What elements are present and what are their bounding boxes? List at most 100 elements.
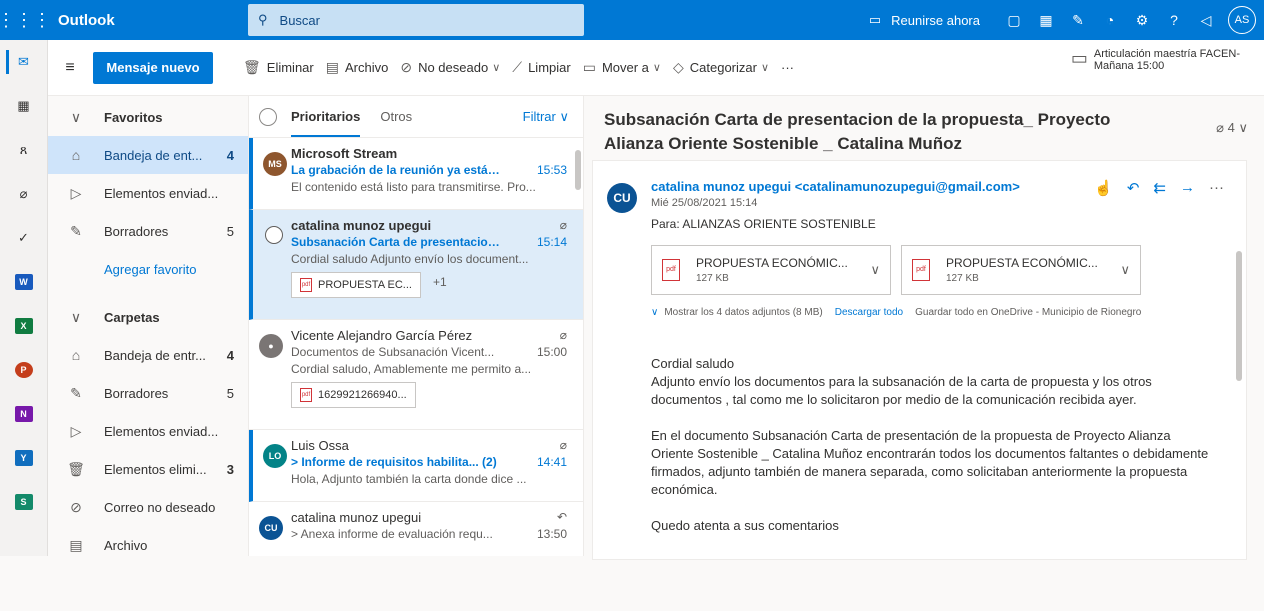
list-item[interactable]: ● Vicente Alejandro García Pérez ⌀ Docume… bbox=[249, 320, 583, 430]
meet-now-label: Reunirse ahora bbox=[891, 12, 980, 28]
preview: Cordial saludo, Amablemente me permito a… bbox=[291, 362, 532, 376]
sidebar-item-fav-inbox[interactable]: ⌂ Bandeja de ent... 4 bbox=[48, 136, 248, 174]
attachments-count-button[interactable]: ⌀ 4 ∨ bbox=[1216, 120, 1248, 136]
chevron-down-icon[interactable]: ∨ bbox=[870, 262, 880, 278]
calendar-icon[interactable]: ▦ bbox=[0, 84, 47, 128]
video-icon: ▭ bbox=[868, 12, 882, 27]
new-message-button[interactable]: Mensaje nuevo bbox=[93, 51, 213, 84]
search-input[interactable]: Buscar bbox=[280, 13, 320, 28]
archive-icon: ▤ bbox=[325, 59, 339, 75]
sweep-button[interactable]: ⟋ Limpiar bbox=[512, 59, 570, 76]
chat-icon[interactable]: ▢ bbox=[998, 12, 1030, 29]
sidebar-item-fav-sent[interactable]: ▷ Elementos enviad... bbox=[48, 174, 248, 212]
word-icon[interactable]: W bbox=[0, 260, 47, 304]
menu-icon[interactable]: ≡ bbox=[48, 59, 92, 77]
chevron-down-icon[interactable]: ∨ bbox=[1120, 262, 1130, 278]
user-avatar[interactable]: AS bbox=[1228, 6, 1256, 34]
favorites-header[interactable]: ∨ Favoritos bbox=[48, 98, 248, 136]
list-item[interactable]: LO Luis Ossa ⌀ > Informe de requisitos ha… bbox=[249, 430, 583, 502]
sway-icon[interactable]: S bbox=[0, 480, 47, 524]
onenote-feed-icon[interactable]: ▦ bbox=[1030, 12, 1062, 29]
sidebar-item-junk[interactable]: ⊘ Correo no deseado bbox=[48, 488, 248, 526]
search-box[interactable]: ⚲ Buscar bbox=[248, 4, 584, 36]
pdf-icon: pdf bbox=[912, 259, 930, 281]
list-item[interactable]: MS Microsoft Stream La grabación de la r… bbox=[249, 138, 583, 210]
chevron-down-icon[interactable]: ∨ bbox=[492, 61, 500, 74]
tab-other[interactable]: Otros bbox=[380, 109, 412, 124]
filter-button[interactable]: Filtrar ∨ bbox=[523, 109, 569, 125]
attachment-card[interactable]: pdf PROPUESTA ECONÓMIC... 127 KB ∨ bbox=[651, 245, 891, 295]
list-item-selected[interactable]: catalina munoz upegui ⌀ Subsanación Carta… bbox=[249, 210, 583, 320]
app-name[interactable]: Outlook bbox=[48, 12, 248, 29]
attachment-card[interactable]: pdf PROPUESTA ECONÓMIC... 127 KB ∨ bbox=[901, 245, 1141, 295]
reply-icon[interactable]: ↶ bbox=[1127, 179, 1140, 197]
meet-now-button[interactable]: ▭ Reunirse ahora bbox=[869, 12, 980, 28]
mail-icon[interactable]: ✉ bbox=[0, 40, 47, 84]
delete-button[interactable]: 🗑 Eliminar bbox=[243, 59, 314, 76]
more-attachments[interactable]: +1 bbox=[433, 275, 447, 289]
todo-icon[interactable]: ✎ bbox=[1062, 12, 1094, 29]
folders-label: Carpetas bbox=[104, 309, 160, 325]
tab-focused[interactable]: Prioritarios bbox=[291, 109, 361, 137]
like-icon[interactable]: ☝ bbox=[1094, 179, 1113, 197]
attachment-name: PROPUESTA EC... bbox=[318, 279, 412, 291]
attachment-rail-icon[interactable]: ⌀ bbox=[0, 172, 47, 216]
avatar: CU bbox=[259, 516, 283, 540]
onenote-icon[interactable]: N bbox=[0, 392, 47, 436]
sidebar-item-inbox[interactable]: ⌂ Bandeja de entr... 4 bbox=[48, 336, 248, 374]
attachment-chip[interactable]: pdf PROPUESTA EC... bbox=[291, 272, 421, 298]
add-favorite-link[interactable]: Agregar favorito bbox=[48, 250, 248, 288]
bell-icon[interactable]: ◔ bbox=[1094, 12, 1126, 28]
unread-count: 3 bbox=[226, 461, 234, 477]
archive-button[interactable]: ▤ Archivo bbox=[326, 59, 389, 76]
reminder[interactable]: ▭ Articulación maestría FACEN- Mañana 15:… bbox=[1071, 48, 1240, 72]
feedback-icon[interactable]: ◁ bbox=[1190, 12, 1222, 29]
sender-address[interactable]: catalina munoz upegui <catalinamunozupeg… bbox=[651, 179, 1020, 194]
yammer-icon[interactable]: Y bbox=[0, 436, 47, 480]
subject: > Informe de requisitos habilita... (2) bbox=[291, 455, 497, 469]
folder-label: Elementos enviad... bbox=[104, 185, 219, 201]
move-button[interactable]: ▭ Mover a ∨ bbox=[583, 59, 661, 76]
chevron-down-icon[interactable]: ∨ bbox=[653, 61, 661, 74]
attachment-chip[interactable]: pdf 1629921266940... bbox=[291, 382, 416, 408]
people-icon[interactable]: ጸ bbox=[0, 128, 47, 172]
select-all-checkbox[interactable] bbox=[259, 107, 277, 126]
subject: > Anexa informe de evaluación requ... bbox=[291, 527, 493, 541]
excel-icon[interactable]: X bbox=[0, 304, 47, 348]
sidebar-item-archive[interactable]: ▤ Archivo bbox=[48, 526, 248, 564]
chevron-down-icon[interactable]: ∨ bbox=[761, 61, 769, 74]
avatar: LO bbox=[263, 444, 287, 468]
list-scrollbar[interactable] bbox=[575, 144, 581, 544]
reading-scrollbar[interactable] bbox=[1236, 251, 1242, 611]
sidebar-item-drafts[interactable]: ✎ Borradores 5 bbox=[48, 374, 248, 412]
reply-all-icon[interactable]: ⇇ bbox=[1153, 179, 1166, 197]
more-actions-button[interactable]: ··· bbox=[781, 60, 794, 75]
forward-icon[interactable]: → bbox=[1180, 179, 1195, 197]
message-body: Cordial saludo Adjunto envío los documen… bbox=[651, 355, 1211, 553]
junk-button[interactable]: ⊘ No deseado ∨ bbox=[400, 59, 500, 76]
top-bar: ⋮⋮⋮ Outlook ⚲ Buscar ▭ Reunirse ahora ▢ … bbox=[0, 0, 1264, 40]
sidebar-item-fav-drafts[interactable]: ✎ Borradores 5 bbox=[48, 212, 248, 250]
reminder-time: Mañana 15:00 bbox=[1093, 60, 1165, 72]
select-radio[interactable] bbox=[265, 226, 283, 244]
todo-rail-icon[interactable]: ✓ bbox=[0, 216, 47, 260]
list-item[interactable]: CU catalina munoz upegui ↶ > Anexa inform… bbox=[249, 502, 583, 556]
powerpoint-icon[interactable]: P bbox=[0, 348, 47, 392]
send-icon: ▷ bbox=[70, 422, 82, 439]
sidebar-item-deleted[interactable]: 🗑 Elementos elimi... 3 bbox=[48, 450, 248, 488]
show-all-attachments[interactable]: Mostrar los 4 datos adjuntos (8 MB) bbox=[664, 307, 822, 318]
app-launcher-icon[interactable]: ⋮⋮⋮ bbox=[0, 0, 51, 40]
folder-label: Elementos enviad... bbox=[104, 423, 219, 439]
app-rail: ✉ ▦ ጸ ⌀ ✓ W X P N Y S bbox=[0, 40, 48, 556]
save-onedrive-link[interactable]: Guardar todo en OneDrive - Municipio de … bbox=[915, 307, 1141, 318]
help-icon[interactable]: ? bbox=[1158, 12, 1190, 28]
folders-header[interactable]: ∨ Carpetas bbox=[48, 298, 248, 336]
expand-icon[interactable]: ∨ bbox=[651, 307, 658, 318]
attachment-name: PROPUESTA ECONÓMIC... bbox=[696, 256, 848, 270]
download-all-link[interactable]: Descargar todo bbox=[835, 307, 903, 318]
more-icon[interactable]: ··· bbox=[1209, 179, 1224, 197]
time: 15:14 bbox=[536, 235, 567, 249]
gear-icon[interactable]: ⚙ bbox=[1126, 12, 1158, 29]
sidebar-item-sent[interactable]: ▷ Elementos enviad... bbox=[48, 412, 248, 450]
categorize-button[interactable]: ◇ Categorizar ∨ bbox=[673, 59, 769, 76]
